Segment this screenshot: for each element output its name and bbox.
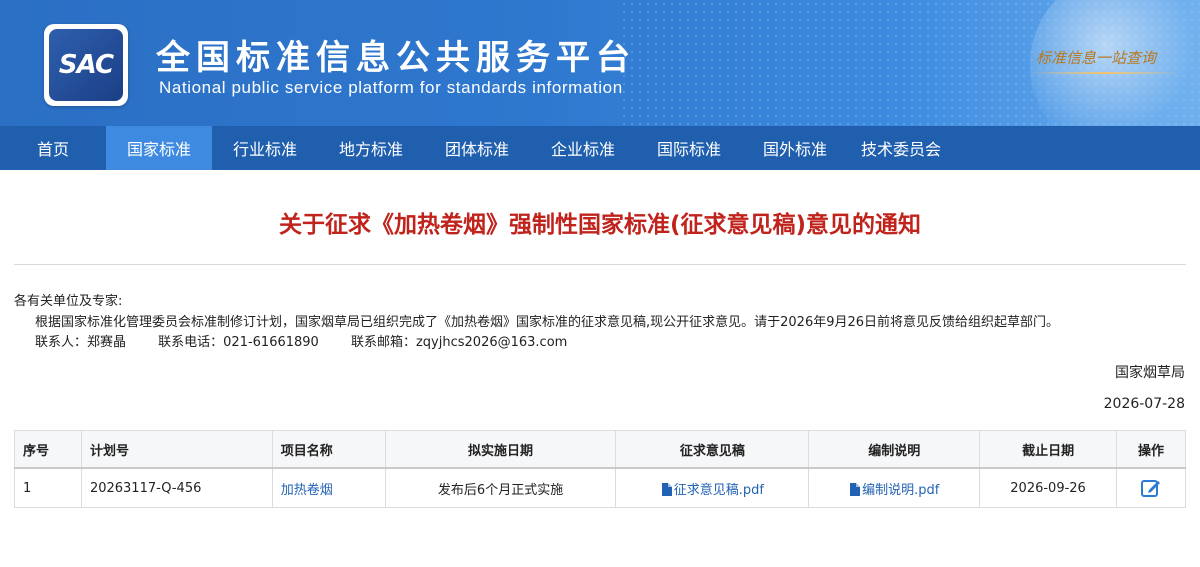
- draft-pdf-label: 征求意见稿.pdf: [673, 482, 764, 498]
- nav-item-label: 首页: [36, 140, 69, 159]
- file-icon: [661, 482, 672, 496]
- nav-item-label: 国家标准: [126, 140, 191, 159]
- col-header-plan-no: 计划号: [80, 430, 273, 469]
- col-header-impl-date: 拟实施日期: [384, 430, 617, 469]
- nav-item-label: 企业标准: [550, 140, 615, 159]
- nav-item-label: 团体标准: [444, 140, 509, 159]
- logo-text: SAC: [58, 50, 114, 80]
- nav-item-label: 技术委员会: [860, 140, 941, 159]
- explanation-pdf-label: 编制说明.pdf: [862, 482, 940, 498]
- notice-body: 根据国家标准化管理委员会标准制修订计划，国家烟草局已组织完成了《加热卷烟》国家标…: [35, 315, 1060, 330]
- cell-impl-date: 发布后6个月正式实施: [384, 467, 617, 508]
- cell-plan-no: 20263117-Q-456: [80, 467, 273, 508]
- col-header-draft: 征求意见稿: [615, 430, 810, 469]
- sac-logo[interactable]: SAC: [44, 24, 128, 106]
- notice-date: 2026-07-28: [1103, 396, 1185, 412]
- sac-logo-inner: SAC: [49, 29, 123, 101]
- nav-item-label: 国外标准: [762, 140, 827, 159]
- table-header-row: 序号 计划号 项目名称 拟实施日期 征求意见稿 编制说明 截止日期 操作: [14, 430, 1186, 469]
- nav-item-foreign-standards[interactable]: 国外标准: [742, 126, 848, 170]
- cell-explanation: 编制说明.pdf: [808, 467, 981, 508]
- col-header-project: 项目名称: [271, 430, 386, 469]
- notice-signature: 国家烟草局: [1115, 365, 1185, 381]
- nav-item-label: 行业标准: [232, 140, 297, 159]
- divider: [14, 264, 1186, 265]
- file-icon: [850, 482, 861, 496]
- draft-pdf-link[interactable]: 征求意见稿.pdf: [661, 482, 764, 498]
- edit-icon[interactable]: [1140, 477, 1162, 499]
- header-banner: SAC 全国标准信息公共服务平台 National public service…: [0, 0, 1200, 126]
- cell-action: [1116, 467, 1186, 508]
- col-header-seq: 序号: [14, 430, 82, 469]
- nav-item-label: 国际标准: [656, 140, 721, 159]
- notice-title: 关于征求《加热卷烟》强制性国家标准(征求意见稿)意见的通知: [278, 212, 922, 238]
- contact-info: 联系人：郑赛晶 联系电话：021-61661890 联系邮箱：zqyjhcs20…: [35, 331, 595, 350]
- standards-table: 序号 计划号 项目名称 拟实施日期 征求意见稿 编制说明 截止日期 操作 1 2…: [14, 430, 1186, 508]
- col-header-deadline: 截止日期: [979, 430, 1118, 469]
- nav-item-home[interactable]: 首页: [0, 126, 106, 170]
- col-header-action: 操作: [1116, 430, 1186, 469]
- cell-deadline: 2026-09-26: [979, 467, 1118, 508]
- site-title: 全国标准信息公共服务平台: [156, 38, 636, 78]
- nav-item-industry-standards[interactable]: 行业标准: [212, 126, 318, 170]
- col-header-explanation: 编制说明: [808, 430, 981, 469]
- cell-seq: 1: [14, 467, 82, 508]
- slogan-underline: [1030, 72, 1180, 74]
- site-subtitle: National public service platform for sta…: [159, 78, 623, 97]
- slogan: 标准信息一站查询: [1036, 49, 1157, 67]
- main-nav: 首页 国家标准 行业标准 地方标准 团体标准 企业标准 国际标准 国外标准 技术…: [0, 126, 1200, 170]
- nav-item-technical-committee[interactable]: 技术委员会: [848, 126, 954, 170]
- cell-draft: 征求意见稿.pdf: [615, 467, 810, 508]
- explanation-pdf-link[interactable]: 编制说明.pdf: [849, 482, 940, 498]
- contact-person: 联系人：郑赛晶: [35, 335, 127, 350]
- nav-item-label: 地方标准: [338, 140, 403, 159]
- project-link[interactable]: 加热卷烟: [281, 483, 333, 498]
- nav-item-group-standards[interactable]: 团体标准: [424, 126, 530, 170]
- nav-item-local-standards[interactable]: 地方标准: [318, 126, 424, 170]
- notice-salutation: 各有关单位及专家:: [14, 294, 123, 309]
- table-row: 1 20263117-Q-456 加热卷烟 发布后6个月正式实施 征求意见稿.p…: [14, 467, 1186, 508]
- nav-item-national-standards[interactable]: 国家标准: [106, 126, 212, 170]
- nav-item-enterprise-standards[interactable]: 企业标准: [530, 126, 636, 170]
- nav-item-international-standards[interactable]: 国际标准: [636, 126, 742, 170]
- cell-project: 加热卷烟: [271, 467, 386, 508]
- contact-phone: 联系电话：021-61661890: [158, 335, 319, 350]
- contact-email: 联系邮箱：zqyjhcs2026@163.com: [350, 335, 568, 350]
